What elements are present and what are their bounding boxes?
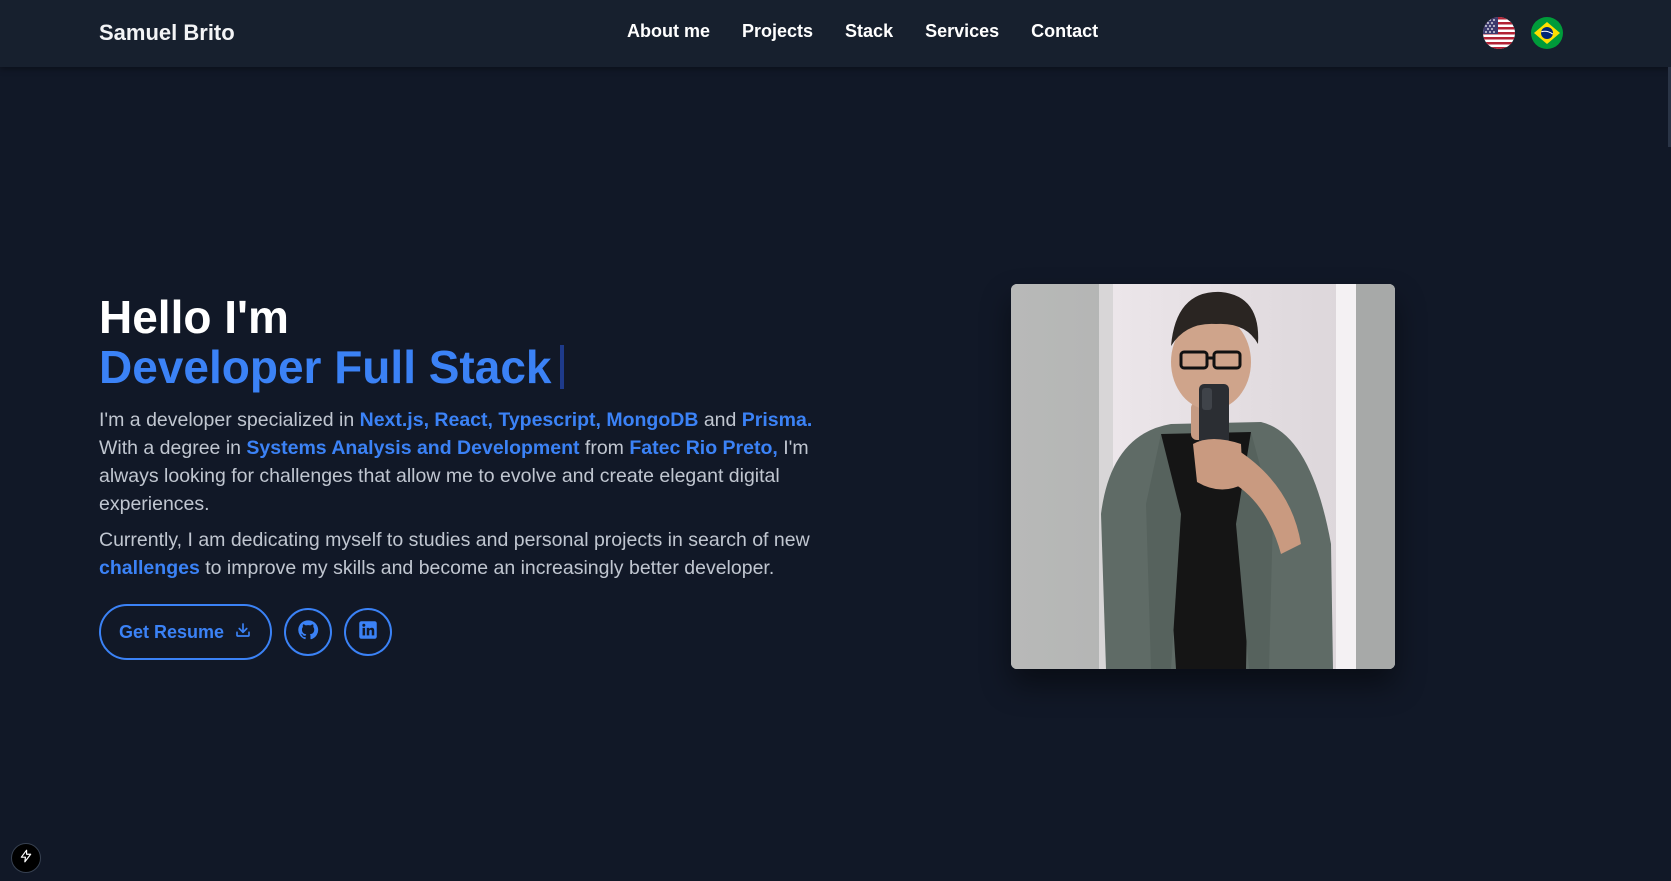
hero-greeting: Hello I'm [99, 291, 289, 343]
highlight-challenges: challenges [99, 557, 200, 579]
brazil-flag-icon[interactable] [1531, 17, 1563, 49]
desc-text: With a degree in [99, 437, 247, 459]
main-nav: About me Projects Stack Services Contact [627, 21, 1098, 42]
profile-photo [1011, 284, 1395, 669]
nav-link-services[interactable]: Services [925, 21, 999, 42]
hero-role: Developer Full Stack [99, 342, 839, 392]
nav-link-contact[interactable]: Contact [1031, 21, 1098, 42]
github-button[interactable] [284, 608, 333, 656]
get-resume-button[interactable]: Get Resume [99, 604, 273, 660]
desc-text: I'm a developer specialized in [99, 409, 360, 431]
linkedin-button[interactable] [344, 608, 393, 656]
highlight-school: Fatec Rio Preto, [629, 437, 778, 459]
hero-role-text: Developer Full Stack [99, 341, 552, 393]
desc-text: to improve my skills and become an incre… [199, 557, 775, 579]
desc-text: from [579, 437, 630, 459]
get-resume-label: Get Resume [119, 621, 225, 642]
nav-link-projects[interactable]: Projects [742, 21, 813, 42]
hero-description: I'm a developer specialized in Next.js, … [99, 406, 839, 518]
linkedin-icon [358, 620, 378, 645]
download-icon [234, 621, 252, 644]
page: Samuel Brito About me Projects Stack Ser… [0, 0, 1671, 881]
nav-link-about-me[interactable]: About me [627, 21, 710, 42]
desc-text: and [698, 409, 742, 431]
nextjs-dev-indicator[interactable] [11, 843, 41, 873]
typing-cursor [559, 345, 564, 389]
lightning-icon [19, 849, 33, 868]
desc-text: Currently, I am dedicating myself to stu… [99, 529, 810, 551]
hero-actions: Get Resume [99, 604, 393, 660]
nav-link-stack[interactable]: Stack [845, 21, 893, 42]
hero-intro: Hello I'm Developer Full Stack I'm a dev… [99, 292, 839, 582]
github-icon [297, 619, 319, 646]
brand-logo[interactable]: Samuel Brito [99, 20, 235, 46]
top-navbar: Samuel Brito About me Projects Stack Ser… [0, 0, 1671, 67]
hero-description-2: Currently, I am dedicating myself to stu… [99, 526, 839, 582]
us-flag-icon[interactable] [1483, 17, 1515, 49]
highlight-tech: Next.js, React, Typescript, MongoDB [359, 409, 699, 431]
highlight-prisma: Prisma. [741, 409, 813, 431]
highlight-degree: Systems Analysis and Development [246, 437, 580, 459]
